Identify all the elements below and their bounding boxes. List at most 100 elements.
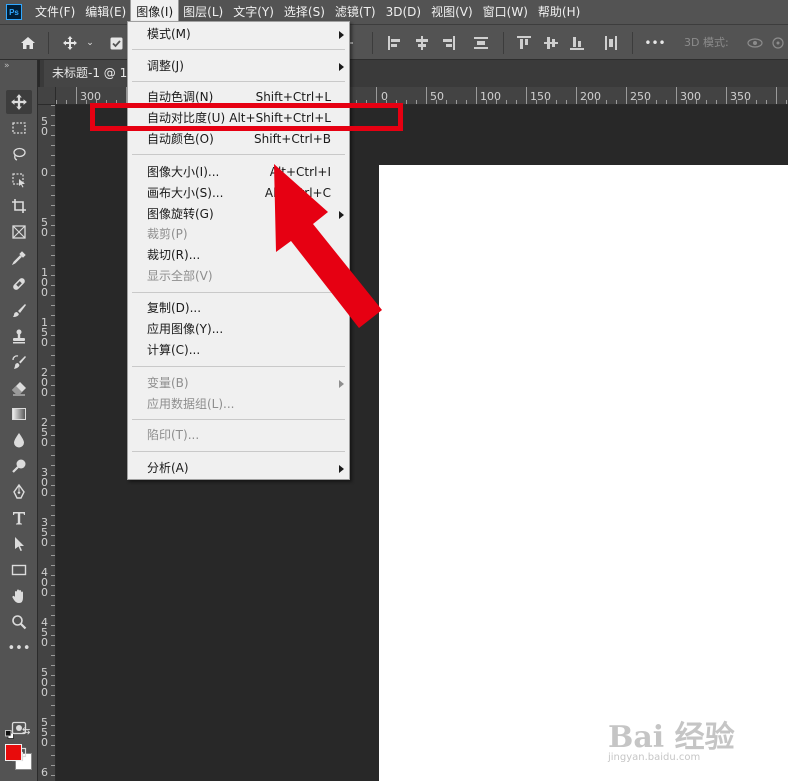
history-brush-tool-icon[interactable] — [6, 350, 32, 374]
3d-roll-icon[interactable] — [768, 25, 788, 61]
ruler-tick — [51, 515, 55, 516]
document-canvas[interactable] — [379, 165, 788, 781]
ruler-tick — [656, 100, 657, 104]
menu-bar: Ps 文件(F) 编辑(E) 图像(I) 图层(L) 文字(Y) 选择(S) 滤… — [0, 0, 788, 25]
align-bottom-icon[interactable] — [570, 36, 584, 50]
menu-3d[interactable]: 3D(D) — [381, 0, 426, 24]
rectangle-tool-icon[interactable] — [6, 558, 32, 582]
ruler-tick — [51, 165, 55, 166]
ruler-tick — [726, 87, 727, 104]
clone-stamp-tool-icon[interactable] — [6, 324, 32, 348]
distribute-vertical-icon[interactable] — [604, 36, 618, 50]
ruler-origin[interactable] — [38, 87, 56, 105]
ruler-tick — [51, 765, 55, 766]
ruler-tick — [51, 155, 55, 156]
ruler-tick — [51, 385, 55, 386]
eyedropper-tool-icon[interactable] — [6, 246, 32, 270]
menu-separator — [132, 154, 345, 155]
more-tools-icon[interactable]: ••• — [6, 636, 32, 660]
home-icon[interactable] — [14, 25, 42, 61]
align-center-horizontal-icon[interactable] — [415, 36, 429, 50]
move-options-icon[interactable] — [58, 25, 82, 61]
gradient-tool-icon[interactable] — [6, 402, 32, 426]
ruler-label: 150 — [41, 316, 48, 349]
healing-brush-tool-icon[interactable] — [6, 272, 32, 296]
ruler-label: 300 — [680, 90, 701, 103]
ruler-tick — [446, 100, 447, 104]
align-middle-icon[interactable] — [544, 36, 558, 50]
lasso-tool-icon[interactable] — [6, 142, 32, 166]
distribute-icon[interactable] — [474, 36, 488, 50]
type-tool-icon[interactable] — [6, 506, 32, 530]
submenu-arrow-icon — [339, 63, 344, 71]
align-right-icon[interactable] — [441, 36, 455, 50]
ruler-tick — [416, 100, 417, 104]
ruler-tick — [606, 100, 607, 104]
ruler-tick — [51, 115, 55, 116]
highlight-rectangle — [90, 103, 403, 131]
submenu-arrow-icon — [339, 380, 344, 388]
ruler-tick — [626, 87, 627, 104]
ruler-tick — [51, 435, 55, 436]
menu-separator — [132, 419, 345, 420]
baidu-jingyan-watermark: Bai 经验 jingyan.baidu.com — [608, 712, 758, 772]
more-options-icon[interactable]: ••• — [642, 25, 668, 61]
menu-item-calculations[interactable]: 计算(C)... — [128, 340, 349, 361]
3d-orbit-icon[interactable] — [744, 25, 766, 61]
ruler-label: 350 — [41, 516, 48, 549]
ruler-label: 50 — [430, 90, 444, 103]
vertical-ruler[interactable]: 50 0 50 100 150 200 250 300 350 400 450 … — [38, 105, 56, 781]
marquee-tool-icon[interactable] — [6, 116, 32, 140]
menu-window[interactable]: 窗口(W) — [478, 0, 533, 24]
frame-tool-icon[interactable] — [6, 220, 32, 244]
menu-item-adjustments[interactable]: 调整(J) — [128, 56, 349, 77]
ruler-tick — [51, 595, 55, 596]
ruler-tick — [51, 565, 55, 566]
blur-tool-icon[interactable] — [6, 428, 32, 452]
foreground-color-swatch[interactable] — [5, 744, 22, 761]
ruler-tick — [51, 425, 55, 426]
ruler-tick — [51, 295, 55, 296]
menu-item-trap[interactable]: 陷印(T)... — [128, 425, 349, 446]
menu-item-apply-data-set[interactable]: 应用数据组(L)... — [128, 394, 349, 415]
pen-tool-icon[interactable] — [6, 480, 32, 504]
menu-item-variables[interactable]: 变量(B) — [128, 373, 349, 394]
menu-view[interactable]: 视图(V) — [426, 0, 478, 24]
auto-select-checkbox[interactable] — [106, 25, 126, 61]
eraser-tool-icon[interactable] — [6, 376, 32, 400]
brush-tool-icon[interactable] — [6, 298, 32, 322]
collapse-panel-icon[interactable]: » — [4, 60, 10, 72]
ruler-label: 400 — [41, 566, 48, 599]
quick-mask-icon[interactable] — [6, 716, 32, 740]
ruler-tick — [51, 245, 55, 246]
path-select-tool-icon[interactable] — [6, 532, 32, 556]
ruler-tick — [51, 705, 55, 706]
ruler-tick — [566, 100, 567, 104]
menu-help[interactable]: 帮助(H) — [533, 0, 585, 24]
move-tool-icon[interactable] — [6, 90, 32, 114]
dodge-tool-icon[interactable] — [6, 454, 32, 478]
menu-edit[interactable]: 编辑(E) — [80, 0, 131, 24]
ruler-tick — [546, 100, 547, 104]
ruler-tick — [456, 100, 457, 104]
zoom-tool-icon[interactable] — [6, 610, 32, 634]
ruler-tick — [51, 275, 55, 276]
align-left-icon[interactable] — [388, 36, 402, 50]
ruler-tick — [51, 655, 55, 656]
3d-mode-label: 3D 模式: — [684, 36, 729, 49]
hand-tool-icon[interactable] — [6, 584, 32, 608]
menu-item-analysis[interactable]: 分析(A) — [128, 458, 349, 479]
menu-item-mode[interactable]: 模式(M) — [128, 24, 349, 45]
menu-file[interactable]: 文件(F) — [30, 0, 80, 24]
align-top-icon[interactable] — [517, 36, 531, 50]
crop-tool-icon[interactable] — [6, 194, 32, 218]
menu-item-auto-color[interactable]: 自动颜色(O) Shift+Ctrl+B — [128, 129, 349, 150]
watermark-logo: Bai 经验 — [608, 720, 735, 755]
watermark-url: jingyan.baidu.com — [608, 752, 701, 763]
ruler-label: 250 — [41, 416, 48, 449]
ruler-tick — [51, 135, 55, 136]
photoshop-logo: Ps — [6, 4, 22, 20]
ruler-tick — [376, 87, 377, 104]
object-select-tool-icon[interactable] — [6, 168, 32, 192]
chevron-down-icon[interactable]: ⌄ — [84, 25, 96, 61]
